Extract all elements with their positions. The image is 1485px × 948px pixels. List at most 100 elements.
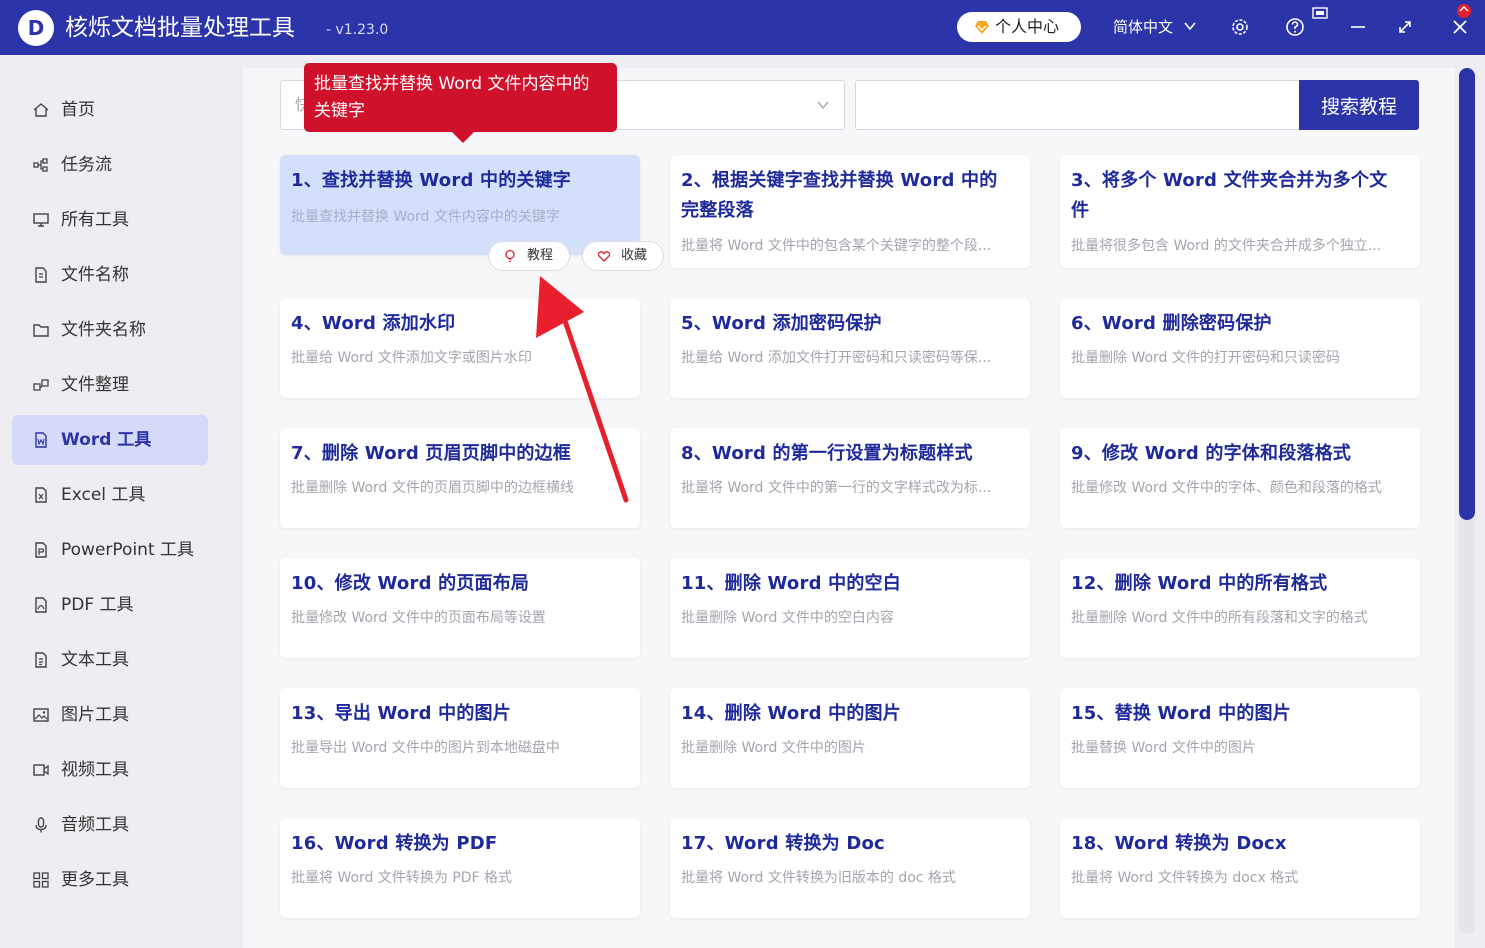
sidebar-item-pdf-tools[interactable]: PDF 工具 [12,580,208,630]
sidebar-item-label: 视频工具 [61,760,129,780]
settings-icon[interactable] [1229,16,1251,38]
sidebar-item-excel-tools[interactable]: Excel 工具 [12,470,208,520]
tool-card[interactable]: 17、Word 转换为 Doc 批量将 Word 文件转换为旧版本的 doc 格… [670,818,1030,918]
tool-card[interactable]: 6、Word 删除密码保护 批量删除 Word 文件的打开密码和只读密码 [1060,298,1420,398]
app-logo-letter: D [27,16,45,40]
sidebar-item-audio-tools[interactable]: 音频工具 [12,800,208,850]
tool-card[interactable]: 11、删除 Word 中的空白 批量删除 Word 文件中的空白内容 [670,558,1030,658]
sidebar-item-label: Excel 工具 [61,485,146,505]
sidebar-item-label: 图片工具 [61,705,129,725]
tool-card-desc: 批量删除 Word 文件中的图片 [681,740,866,756]
window-mode-icon[interactable] [1310,4,1332,26]
tool-card-title: 5、Word 添加密码保护 [681,313,882,334]
sidebar-item-label: 文件整理 [61,375,129,395]
sidebar-item-all-tools[interactable]: 所有工具 [12,195,208,245]
organize-icon [33,379,49,391]
diamond-heart-icon [975,21,989,34]
sidebar-item-video-tools[interactable]: 视频工具 [12,745,208,795]
tool-card-title: 3、将多个 Word 文件夹合并为多个文件 [1071,170,1388,221]
sidebar-item-label: 文件名称 [61,265,129,285]
lightbulb-icon [505,249,515,263]
user-center-button[interactable]: 个人中心 [957,12,1081,42]
tool-card[interactable]: 9、修改 Word 的字体和段落格式 批量修改 Word 文件中的字体、颜色和段… [1060,428,1420,528]
tool-card-desc: 批量删除 Word 文件的打开密码和只读密码 [1071,350,1340,366]
annotation-arrow-icon [536,276,629,503]
video-icon [33,764,49,776]
sidebar-item-label: PDF 工具 [61,595,134,615]
tool-card[interactable]: 8、Word 的第一行设置为标题样式 批量将 Word 文件中的第一行的文字样式… [670,428,1030,528]
tutorial-label: 教程 [527,248,554,263]
tool-card-title: 11、删除 Word 中的空白 [681,573,901,594]
excel-file-icon [35,487,47,503]
tool-card-title: 16、Word 转换为 PDF [291,833,498,854]
user-center-label: 个人中心 [995,17,1060,36]
chevron-down-icon [817,101,829,110]
tool-card-title: 2、根据关键字查找并替换 Word 中的完整段落 [681,170,998,221]
sidebar-item-label: 音频工具 [61,815,129,835]
sidebar-item-label: 文件夹名称 [61,320,146,340]
home-icon [33,103,49,117]
sidebar-item-folder-name[interactable]: 文件夹名称 [12,305,208,355]
search-tutorial-button[interactable]: 搜索教程 [1299,80,1419,130]
tool-card-desc: 批量修改 Word 文件中的字体、颜色和段落的格式 [1071,480,1382,496]
sidebar-item-more-tools[interactable]: 更多工具 [12,855,208,905]
tool-card-title: 15、替换 Word 中的图片 [1071,703,1291,724]
tool-card[interactable]: 12、删除 Word 中的所有格式 批量删除 Word 文件中的所有段落和文字的… [1060,558,1420,658]
main-panel: 快 搜索教程 1、查找并替换 Word 中的关键字 批量查找并替换 Word 文… [243,68,1455,948]
tool-card[interactable]: 3、将多个 Word 文件夹合并为多个文件 批量将很多包含 Word 的文件夹合… [1060,155,1420,268]
app-version: - v1.23.0 [326,22,389,38]
tool-card-desc: 批量修改 Word 文件中的页面布局等设置 [291,610,546,626]
tool-card[interactable]: 5、Word 添加密码保护 批量给 Word 添加文件打开密码和只读密码等保..… [670,298,1030,398]
sidebar-item-file-organize[interactable]: 文件整理 [12,360,208,410]
tool-card[interactable]: 10、修改 Word 的页面布局 批量修改 Word 文件中的页面布局等设置 [280,558,640,658]
minimize-icon[interactable] [1347,16,1369,38]
sidebar-item-label: PowerPoint 工具 [61,540,195,560]
sidebar-item-word-tools[interactable]: Word 工具 [12,415,208,465]
scrollbar[interactable] [1459,68,1475,934]
sidebar-item-label: 所有工具 [61,210,129,230]
tool-card-title: 6、Word 删除密码保护 [1071,313,1272,334]
tool-card[interactable]: 1、查找并替换 Word 中的关键字 批量查找并替换 Word 文件内容中的关键… [280,155,640,255]
tool-card-title: 8、Word 的第一行设置为标题样式 [681,443,973,464]
search-input[interactable] [855,80,1301,130]
tooltip-text: 批量查找并替换 Word 文件内容中的关键字 [314,74,590,121]
favorite-label: 收藏 [621,248,648,263]
tool-card-desc: 批量将 Word 文件中的第一行的文字样式改为标... [681,480,992,496]
sidebar-item-powerpoint-tools[interactable]: PowerPoint 工具 [12,525,208,575]
tool-card-desc: 批量将 Word 文件转换为 docx 格式 [1071,870,1299,886]
tool-card-title: 10、修改 Word 的页面布局 [291,573,530,594]
tool-card-title: 12、删除 Word 中的所有格式 [1071,573,1328,594]
chevron-down-icon[interactable] [1183,19,1197,33]
tool-card[interactable]: 14、删除 Word 中的图片 批量删除 Word 文件中的图片 [670,688,1030,788]
sidebar-item-label: 更多工具 [61,870,129,890]
tool-card-desc: 批量替换 Word 文件中的图片 [1071,740,1256,756]
tool-card[interactable]: 2、根据关键字查找并替换 Word 中的完整段落 批量将 Word 文件中的包含… [670,155,1030,268]
sidebar-item-text-tools[interactable]: 文本工具 [12,635,208,685]
sidebar-item-image-tools[interactable]: 图片工具 [12,690,208,740]
sidebar-item-label: Word 工具 [61,430,152,450]
language-selector[interactable]: 简体中文 [1113,16,1173,38]
heart-icon [597,251,611,262]
word-file-icon [35,432,47,448]
tool-card-desc: 批量将很多包含 Word 的文件夹合并成多个独立... [1071,238,1382,254]
sidebar-item-home[interactable]: 首页 [12,85,208,135]
scrollbar-thumb[interactable] [1459,68,1475,520]
file-name-icon [35,267,47,283]
sidebar-item-label: 首页 [61,100,95,120]
notification-badge-icon[interactable] [1455,2,1473,20]
sidebar-item-workflow[interactable]: 任务流 [12,140,208,190]
tool-card[interactable]: 13、导出 Word 中的图片 批量导出 Word 文件中的图片到本地磁盘中 [280,688,640,788]
tooltip-pointer [452,132,474,143]
tool-card[interactable]: 18、Word 转换为 Docx 批量将 Word 文件转换为 docx 格式 [1060,818,1420,918]
help-icon[interactable] [1284,16,1306,38]
sidebar-item-file-name[interactable]: 文件名称 [12,250,208,300]
grid-icon [33,872,49,888]
tool-card-desc: 批量给 Word 添加文件打开密码和只读密码等保... [681,350,992,366]
pdf-file-icon [35,597,47,613]
tool-card[interactable]: 15、替换 Word 中的图片 批量替换 Word 文件中的图片 [1060,688,1420,788]
favorite-button[interactable]: 收藏 [582,241,664,271]
tutorial-button[interactable]: 教程 [488,241,570,271]
resize-icon[interactable] [1394,16,1416,38]
tool-card-desc: 批量将 Word 文件中的包含某个关键字的整个段... [681,238,992,254]
tool-card[interactable]: 16、Word 转换为 PDF 批量将 Word 文件转换为 PDF 格式 [280,818,640,918]
